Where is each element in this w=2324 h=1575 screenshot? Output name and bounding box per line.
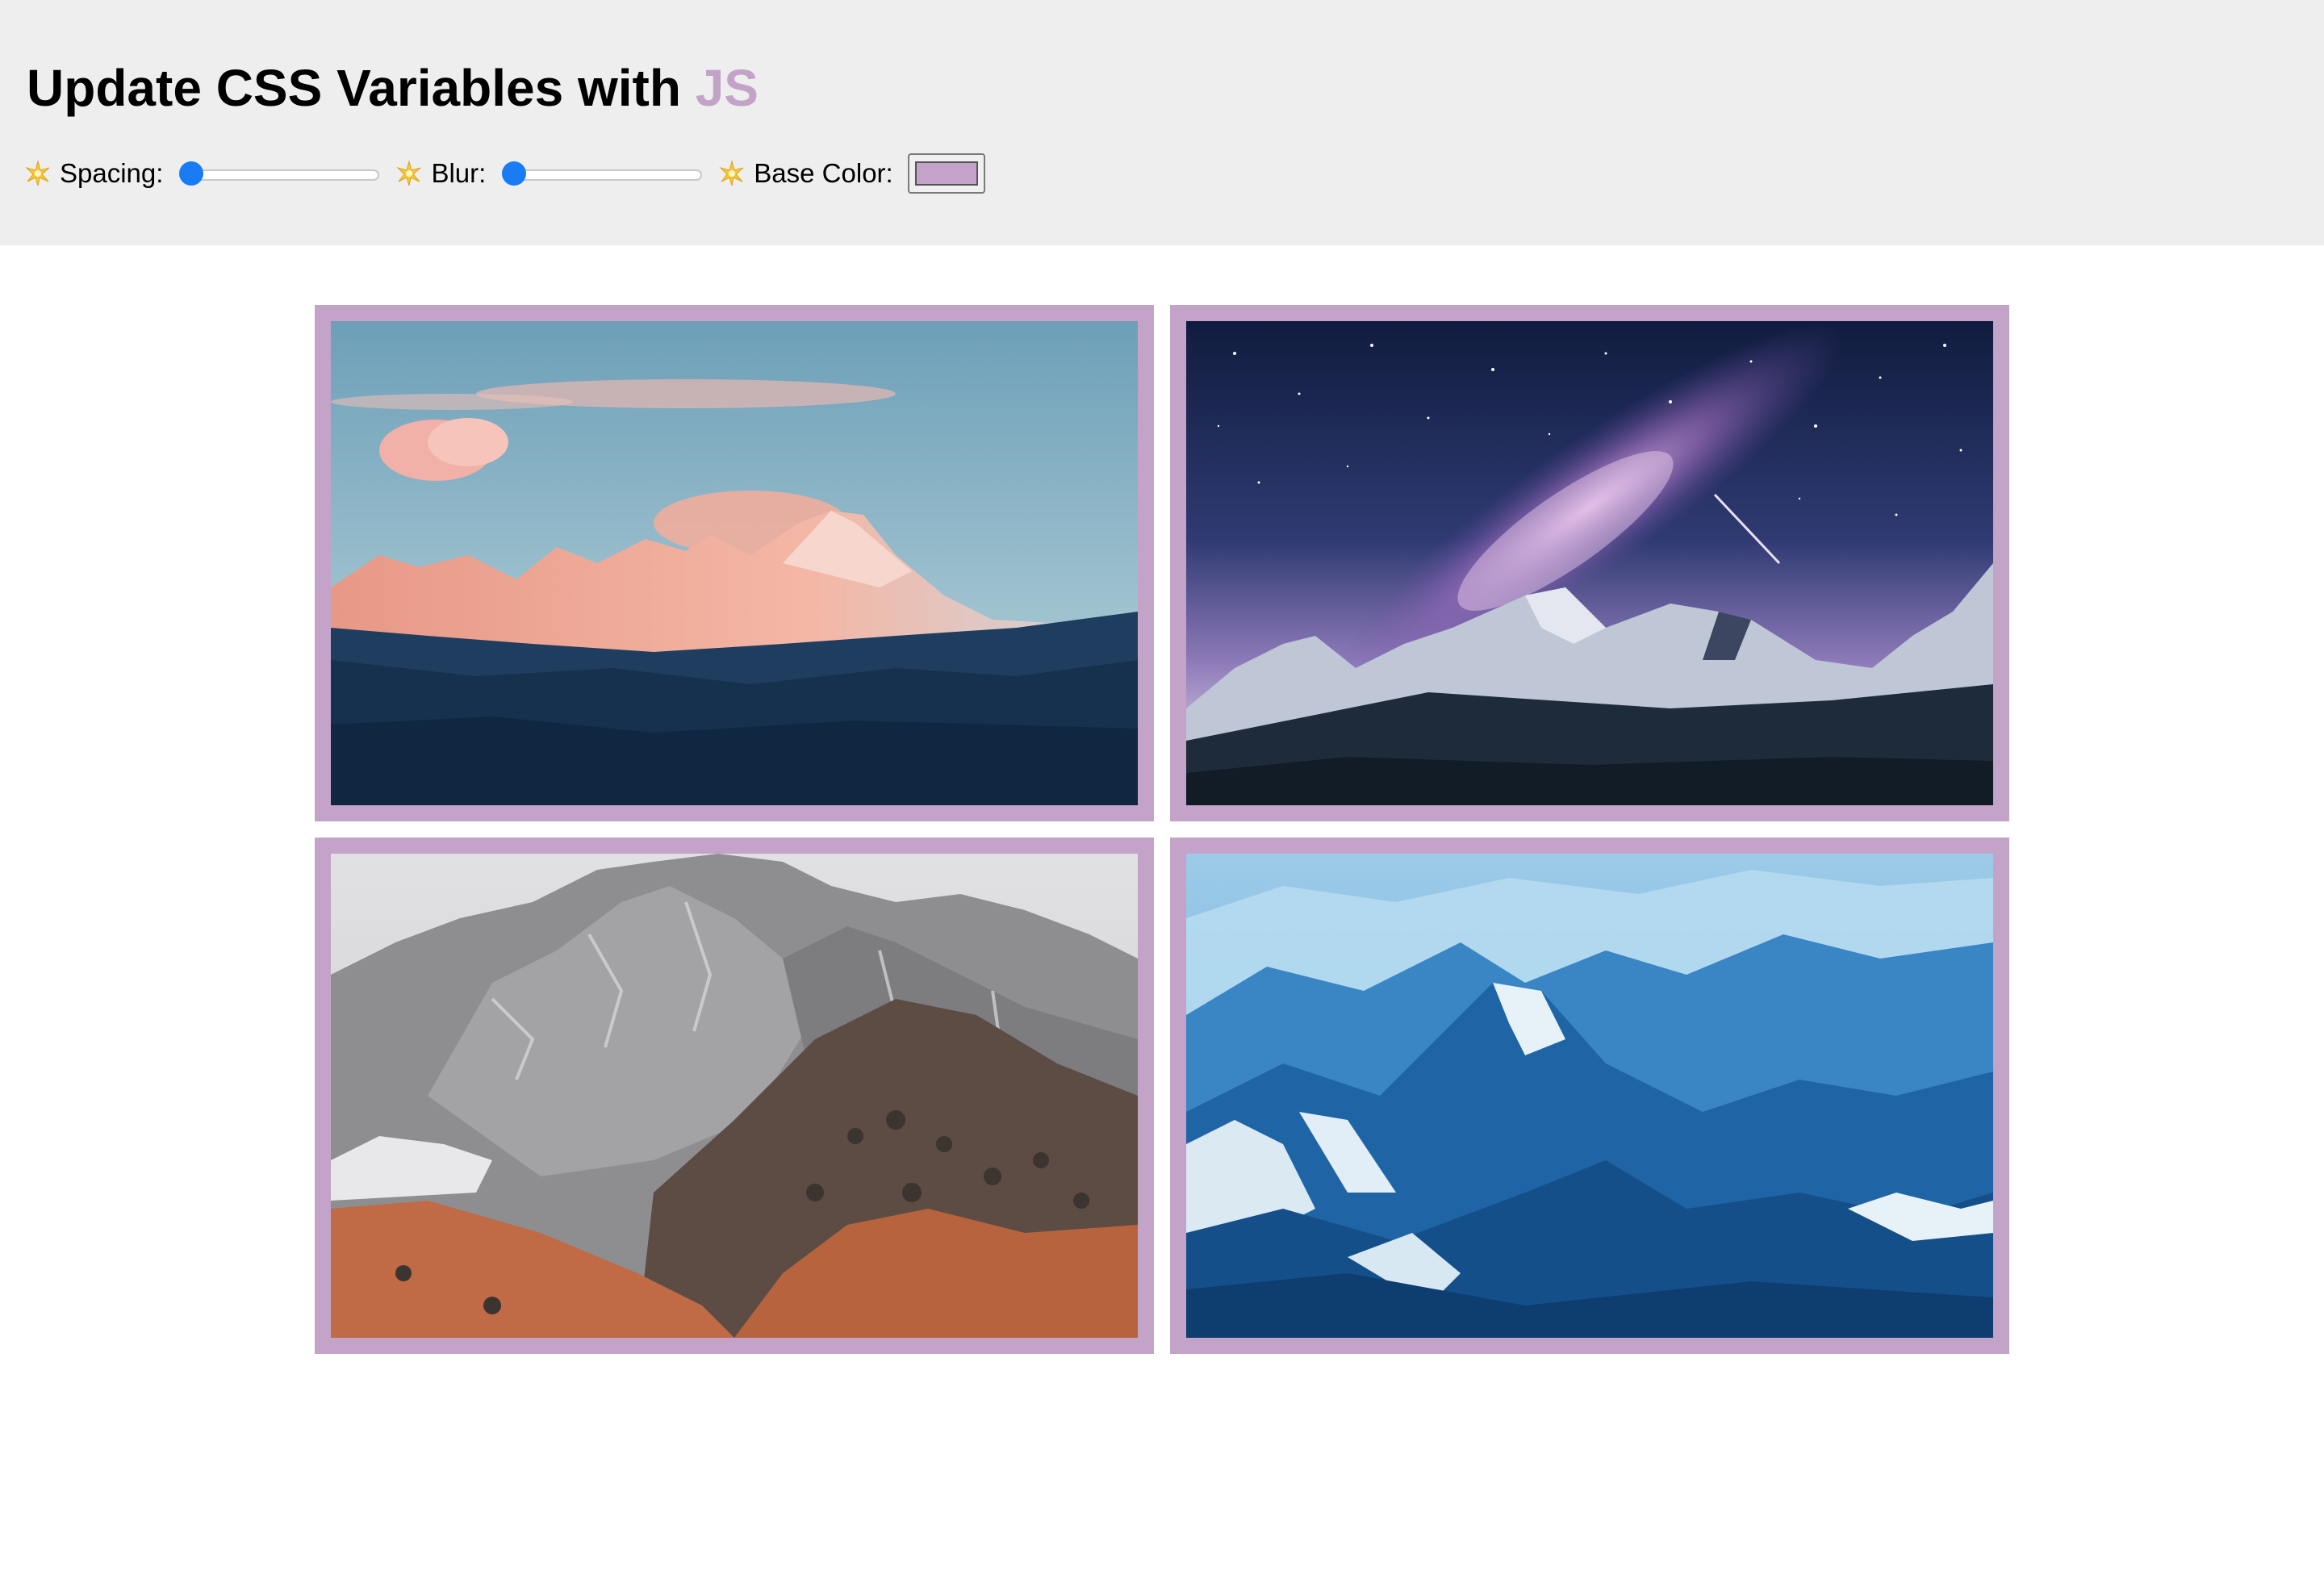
sparkle-icon xyxy=(718,160,746,187)
gallery-image-frame xyxy=(315,305,1154,821)
spacing-slider-thumb[interactable] xyxy=(179,161,204,186)
base-color-swatch xyxy=(914,161,978,186)
sparkle-icon xyxy=(24,160,52,187)
gallery-image-milky-way xyxy=(1186,321,1993,805)
gallery-image-rocky-mountain xyxy=(331,854,1138,1338)
spacing-slider-track xyxy=(179,169,380,181)
page-title: Update CSS Variables with JS xyxy=(27,52,759,124)
blur-slider-track xyxy=(502,169,703,181)
sparkle-icon xyxy=(395,160,423,187)
page-title-text: Update CSS Variables with xyxy=(27,59,681,117)
controls-row: Spacing: Blur: Base Color: xyxy=(24,145,985,202)
gallery-image-pink-mountains xyxy=(331,321,1138,805)
gallery-image-frame xyxy=(315,838,1154,1354)
base-color-label: Base Color: xyxy=(754,158,893,188)
gallery-image-frame xyxy=(1170,838,2009,1354)
gallery-image-frame xyxy=(1170,305,2009,821)
blur-slider[interactable] xyxy=(499,157,705,190)
blur-label: Blur: xyxy=(431,158,487,188)
blur-slider-thumb[interactable] xyxy=(502,161,527,186)
base-color-picker[interactable] xyxy=(907,153,985,194)
page-title-highlight: JS xyxy=(695,59,759,117)
gallery-image-blue-mountains xyxy=(1186,854,1993,1338)
spacing-slider[interactable] xyxy=(176,157,382,190)
spacing-label: Spacing: xyxy=(60,158,164,188)
header-bar: Update CSS Variables with JS Spacing: Bl… xyxy=(0,0,2324,245)
